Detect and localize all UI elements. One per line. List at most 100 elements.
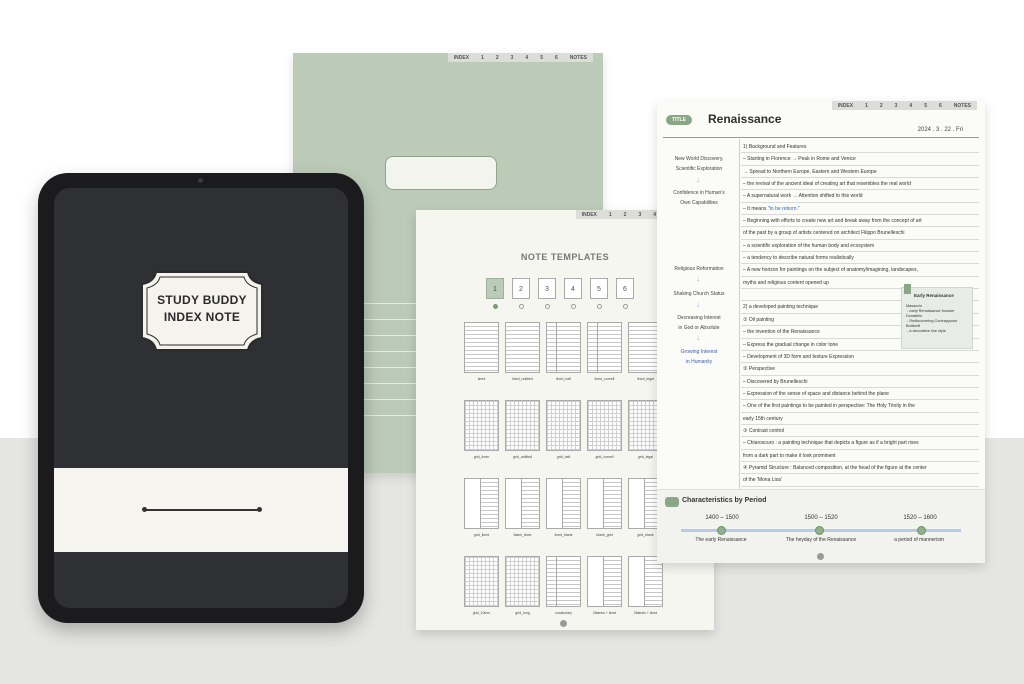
template-thumbnail[interactable] — [505, 478, 540, 529]
tab-index[interactable]: INDEX — [832, 103, 859, 109]
template-option[interactable]: grid_10mm — [464, 556, 499, 615]
template-thumbnail[interactable] — [464, 478, 499, 529]
tab-index[interactable]: INDEX — [576, 212, 603, 218]
template-thumbnail[interactable] — [546, 556, 581, 607]
timeline-node[interactable] — [917, 526, 926, 535]
tab-notes[interactable]: NOTES — [564, 55, 593, 61]
template-option[interactable]: 2blanks + lined — [628, 556, 663, 615]
cue-text: Own Capabilities — [680, 200, 718, 206]
template-label: grid_untitled — [512, 455, 533, 459]
template-option[interactable]: grid_half — [546, 400, 581, 459]
cue-text: in Humanity — [685, 359, 713, 365]
template-option[interactable]: lined_blank — [546, 478, 581, 537]
down-arrow-icon: ↓ — [696, 274, 700, 283]
sticky-note[interactable]: Early Renaissance Masaccio - early Renai… — [901, 284, 973, 349]
template-option[interactable]: grid_untitled — [505, 400, 540, 459]
template-option[interactable]: lined_cornell — [587, 322, 622, 381]
timeline — [681, 526, 961, 535]
template-option[interactable]: vocabulary — [546, 556, 581, 615]
index-tabs: INDEX 1 2 3 4 5 6 NOTES — [447, 53, 593, 62]
template-option[interactable]: 2blanks + lined — [587, 556, 622, 615]
template-option[interactable]: lined — [464, 322, 499, 381]
tab-2[interactable]: 2 — [490, 55, 505, 61]
template-thumbnail[interactable] — [505, 556, 540, 607]
radio-dot[interactable] — [493, 304, 498, 309]
template-tab-label: 1 — [493, 286, 497, 293]
tab-4[interactable]: 4 — [519, 55, 534, 61]
template-thumbnail[interactable] — [505, 400, 540, 451]
tab-3[interactable]: 3 — [505, 55, 520, 61]
highlighted-quote: "to be reborn." — [767, 205, 800, 212]
template-tab-2[interactable]: 2 — [512, 278, 530, 309]
cover-name-line — [142, 507, 262, 512]
template-label: grid_cornell — [595, 455, 614, 459]
template-thumbnail[interactable] — [546, 322, 581, 373]
template-thumbnail[interactable] — [464, 322, 499, 373]
template-tab-6[interactable]: 6 — [616, 278, 634, 309]
note-line: – One of the first paintings to be paint… — [741, 400, 979, 413]
template-label: lined_half — [556, 377, 571, 381]
cue-text: Scientific Exploration — [675, 166, 723, 172]
tab-1[interactable]: 1 — [859, 103, 874, 109]
template-option[interactable]: grid_lined — [464, 478, 499, 537]
index-tabs: INDEX 1 2 3 4 — [575, 210, 662, 219]
tab-6[interactable]: 6 — [549, 55, 564, 61]
tab-index[interactable]: INDEX — [448, 55, 475, 61]
radio-dot[interactable] — [519, 304, 524, 309]
radio-dot[interactable] — [597, 304, 602, 309]
index-tabs: INDEX 1 2 3 4 5 6 NOTES — [831, 101, 977, 110]
timeline-node[interactable] — [717, 526, 726, 535]
template-tab-label: 2 — [519, 286, 523, 293]
template-option[interactable]: blank_grid — [587, 478, 622, 537]
template-option[interactable]: grid_long — [505, 556, 540, 615]
template-thumbnail[interactable] — [587, 400, 622, 451]
tab-6[interactable]: 6 — [933, 103, 948, 109]
note-line: – A new horizon for paintings on the sub… — [741, 264, 979, 277]
template-label: grid_4mm — [473, 455, 490, 459]
note-line: ② Perspective — [741, 363, 979, 376]
note-line: 1) Background and Features — [741, 141, 979, 154]
tab-notes[interactable]: NOTES — [948, 103, 977, 109]
tab-5[interactable]: 5 — [918, 103, 933, 109]
template-option[interactable]: grid_cornell — [587, 400, 622, 459]
tab-4[interactable]: 4 — [903, 103, 918, 109]
cue-text: Growing Interest — [680, 349, 718, 355]
radio-dot[interactable] — [545, 304, 550, 309]
period-years: 1400 – 1500 — [705, 515, 739, 521]
camera-dot — [198, 178, 203, 183]
template-tab-4[interactable]: 4 — [564, 278, 582, 309]
template-thumbnail[interactable] — [546, 478, 581, 529]
timeline-node[interactable] — [815, 526, 824, 535]
template-label: grid_long — [515, 611, 530, 615]
template-thumbnail[interactable] — [587, 556, 622, 607]
template-option[interactable]: lined_half — [546, 322, 581, 381]
tab-1[interactable]: 1 — [603, 212, 618, 218]
tab-3[interactable]: 3 — [632, 212, 647, 218]
tab-1[interactable]: 1 — [475, 55, 490, 61]
note-line: – A supernatural work → Attention shifte… — [741, 190, 979, 203]
template-option[interactable]: blank_lined — [505, 478, 540, 537]
template-thumbnail[interactable] — [587, 322, 622, 373]
tab-2[interactable]: 2 — [618, 212, 633, 218]
radio-dot[interactable] — [623, 304, 628, 309]
tab-3[interactable]: 3 — [889, 103, 904, 109]
tab-2[interactable]: 2 — [874, 103, 889, 109]
template-thumbnail[interactable] — [587, 478, 622, 529]
bookmark-icon — [904, 284, 911, 294]
template-tab-3[interactable]: 3 — [538, 278, 556, 309]
template-thumbnail[interactable] — [546, 400, 581, 451]
template-tab-1[interactable]: 1 — [486, 278, 504, 309]
note-line: – a tendency to describe natural forms r… — [741, 252, 979, 265]
template-thumbnail[interactable] — [464, 400, 499, 451]
tab-5[interactable]: 5 — [534, 55, 549, 61]
template-thumbnail[interactable] — [505, 322, 540, 373]
template-tab-5[interactable]: 5 — [590, 278, 608, 309]
template-thumbnail[interactable] — [628, 556, 663, 607]
note-line: – Chiaroscuro : a painting technique tha… — [741, 437, 979, 450]
template-option[interactable]: lined_untitled — [505, 322, 540, 381]
template-thumbnail[interactable] — [464, 556, 499, 607]
cue-text: New World Discovery, — [674, 156, 724, 162]
radio-dot[interactable] — [571, 304, 576, 309]
template-option[interactable]: grid_4mm — [464, 400, 499, 459]
template-tab-label: 3 — [545, 286, 549, 293]
